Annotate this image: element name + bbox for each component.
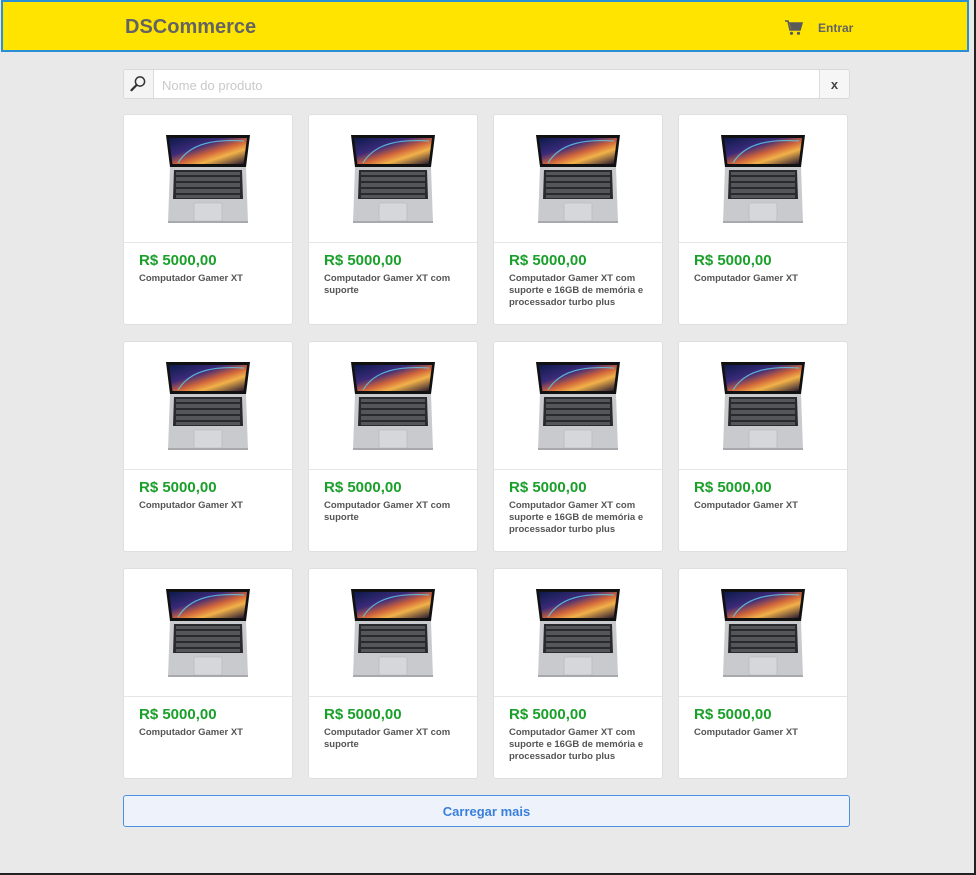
product-card[interactable]: R$ 5000,00 Computador Gamer XT [678,341,848,552]
product-name: Computador Gamer XT com suporte [324,727,451,750]
product-name: Computador Gamer XT [139,727,243,738]
product-price: R$ 5000,00 [694,252,772,269]
search-bar: x [123,69,850,99]
product-card[interactable]: R$ 5000,00 Computador Gamer XT com suport… [493,568,663,779]
product-image [124,569,292,697]
product-image [309,569,477,697]
product-price: R$ 5000,00 [694,479,772,496]
product-name: Computador Gamer XT [139,273,243,284]
product-price: R$ 5000,00 [509,479,587,496]
product-name: Computador Gamer XT com suporte e 16GB d… [509,727,644,762]
product-image [494,115,662,243]
product-card[interactable]: R$ 5000,00 Computador Gamer XT [123,114,293,325]
search-icon[interactable] [124,70,154,98]
product-price: R$ 5000,00 [324,252,402,269]
product-name: Computador Gamer XT [694,727,798,738]
product-image [679,115,847,243]
product-name: Computador Gamer XT com suporte [324,500,451,523]
product-image [124,115,292,243]
product-price: R$ 5000,00 [324,479,402,496]
product-card[interactable]: R$ 5000,00 Computador Gamer XT com suport… [308,568,478,779]
product-card[interactable]: R$ 5000,00 Computador Gamer XT com suport… [308,341,478,552]
login-link[interactable]: Entrar [818,21,853,35]
product-price: R$ 5000,00 [139,479,217,496]
product-name: Computador Gamer XT [139,500,243,511]
product-name: Computador Gamer XT com suporte [324,273,451,296]
product-name: Computador Gamer XT [694,273,798,284]
search-input[interactable] [160,74,814,96]
product-image [309,115,477,243]
product-image [309,342,477,470]
clear-search-button[interactable]: x [819,70,849,98]
product-image [494,569,662,697]
product-image [494,342,662,470]
top-navbar: DSCommerce Entrar [1,0,969,52]
product-name: Computador Gamer XT com suporte e 16GB d… [509,273,644,308]
product-card[interactable]: R$ 5000,00 Computador Gamer XT com suport… [493,341,663,552]
product-card[interactable]: R$ 5000,00 Computador Gamer XT com suport… [493,114,663,325]
product-card[interactable]: R$ 5000,00 Computador Gamer XT [123,341,293,552]
product-card[interactable]: R$ 5000,00 Computador Gamer XT [678,114,848,325]
brand-logo-link[interactable]: DSCommerce [125,16,256,39]
product-price: R$ 5000,00 [324,706,402,723]
product-price: R$ 5000,00 [694,706,772,723]
product-price: R$ 5000,00 [139,706,217,723]
product-grid: R$ 5000,00 Computador Gamer XT R$ 5000,00… [123,114,850,779]
product-name: Computador Gamer XT com suporte e 16GB d… [509,500,644,535]
product-price: R$ 5000,00 [139,252,217,269]
product-card[interactable]: R$ 5000,00 Computador Gamer XT com suport… [308,114,478,325]
product-image [679,569,847,697]
product-image [679,342,847,470]
product-name: Computador Gamer XT [694,500,798,511]
product-image [124,342,292,470]
product-card[interactable]: R$ 5000,00 Computador Gamer XT [678,568,848,779]
product-price: R$ 5000,00 [509,706,587,723]
cart-icon[interactable] [785,20,804,38]
product-card[interactable]: R$ 5000,00 Computador Gamer XT [123,568,293,779]
load-more-button[interactable]: Carregar mais [123,795,850,827]
product-price: R$ 5000,00 [509,252,587,269]
